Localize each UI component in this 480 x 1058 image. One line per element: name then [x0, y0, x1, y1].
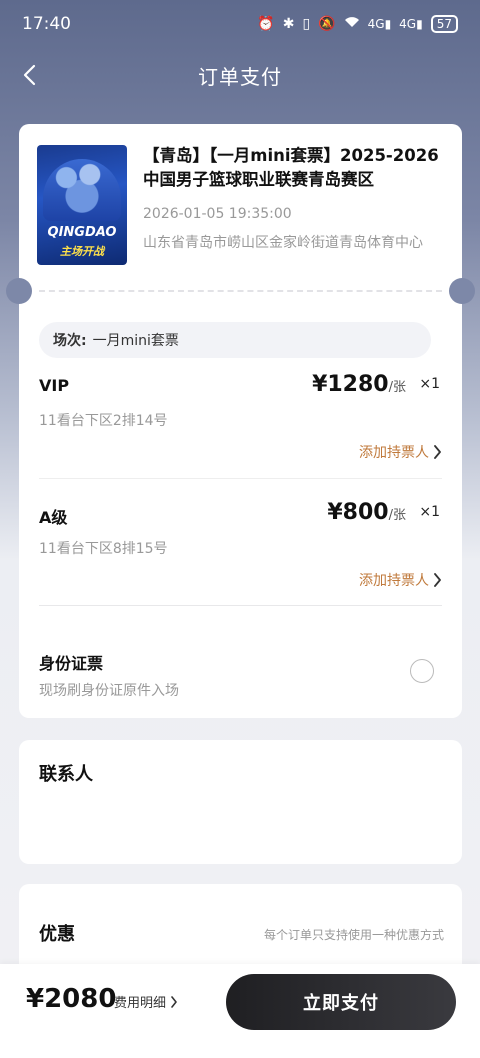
add-holder-button[interactable]: 添加持票人	[359, 442, 442, 462]
add-holder-label: 添加持票人	[359, 445, 429, 461]
fee-detail-button[interactable]: 费用明细	[114, 992, 178, 1011]
wifi-icon	[344, 16, 360, 32]
event-venue: 山东省青岛市崂山区金家岭街道青岛体育中心	[143, 235, 423, 251]
ticket-item: A级 11看台下区8排15号 ¥800 /张 ×1 添加持票人	[39, 500, 442, 624]
id-ticket-radio[interactable]	[410, 659, 434, 683]
ticket-name: VIP	[39, 376, 70, 395]
mute-icon: 🔕	[318, 16, 336, 32]
contact-title: 联系人	[39, 764, 93, 785]
status-icons: ⏰ ✱ ▯ 🔕 4G▮ 4G▮ 57	[257, 15, 458, 33]
4g-signal-icon: 4G▮	[367, 17, 392, 31]
ticket-seat: 11看台下区2排14号	[39, 413, 168, 429]
status-bar: 17:40 ⏰ ✱ ▯ 🔕 4G▮ 4G▮ 57	[0, 0, 480, 48]
id-ticket-title: 身份证票	[39, 654, 104, 673]
session-pill: 场次: 一月mini套票	[39, 322, 431, 358]
ticket-quantity: ×1	[419, 504, 440, 520]
4g-signal-icon: 4G▮	[399, 17, 423, 31]
chevron-right-icon	[434, 573, 441, 587]
ticket-price-value: ¥1280	[312, 372, 389, 397]
status-time: 17:40	[22, 14, 71, 34]
id-ticket-subtitle: 现场刷身份证原件入场	[39, 683, 179, 699]
ticket-notch-left	[6, 278, 32, 304]
discount-note: 每个订单只支持使用一种优惠方式	[263, 928, 444, 942]
event-datetime: 2026-01-05 19:35:00	[143, 206, 292, 222]
ticket-price-unit: /张	[388, 380, 406, 395]
event-title: 【青岛】【一月mini套票】2025-2026中国男子篮球职业联赛青岛赛区	[143, 146, 439, 189]
add-holder-button[interactable]: 添加持票人	[359, 570, 442, 590]
bottom-bar: ¥2080 费用明细 立即支付	[0, 964, 480, 1058]
ticket-price-value: ¥800	[327, 500, 389, 525]
ticket-seat: 11看台下区8排15号	[39, 541, 168, 557]
total-price: ¥2080	[26, 984, 117, 1014]
poster-slogan-text: 主场开战	[60, 245, 104, 258]
ticket-notch-right	[449, 278, 475, 304]
bluetooth-icon: ✱	[282, 16, 295, 32]
battery-indicator: 57	[430, 15, 458, 33]
page-title: 订单支付	[198, 64, 282, 89]
add-holder-label: 添加持票人	[359, 573, 429, 589]
ticket-name: A级	[39, 508, 68, 527]
ticket-price: ¥800 /张	[327, 500, 406, 525]
poster-city-text: QINGDAO	[47, 225, 117, 240]
vibrate-icon: ▯	[302, 16, 311, 32]
divider	[39, 605, 442, 606]
poster-players-image	[43, 159, 121, 221]
session-label: 场次:	[53, 333, 87, 349]
chevron-right-icon	[171, 995, 177, 1008]
fee-detail-label: 费用明细	[114, 996, 167, 1011]
discount-title: 优惠	[39, 924, 75, 945]
dashed-divider	[39, 290, 442, 292]
chevron-right-icon	[434, 445, 441, 459]
alarm-icon: ⏰	[257, 16, 275, 32]
ticket-quantity: ×1	[419, 376, 440, 392]
ticket-price-unit: /张	[388, 508, 406, 523]
nav-bar: 订单支付	[0, 48, 480, 102]
order-card: QINGDAO 主场开战 【青岛】【一月mini套票】2025-2026中国男子…	[6, 124, 475, 718]
chevron-left-icon[interactable]	[14, 60, 44, 90]
event-poster[interactable]: QINGDAO 主场开战	[37, 145, 127, 265]
pay-now-button[interactable]: 立即支付	[226, 974, 456, 1030]
ticket-price: ¥1280 /张	[312, 372, 406, 397]
session-value: 一月mini套票	[92, 333, 179, 349]
contact-card[interactable]: 联系人	[19, 740, 462, 864]
divider	[39, 478, 442, 479]
